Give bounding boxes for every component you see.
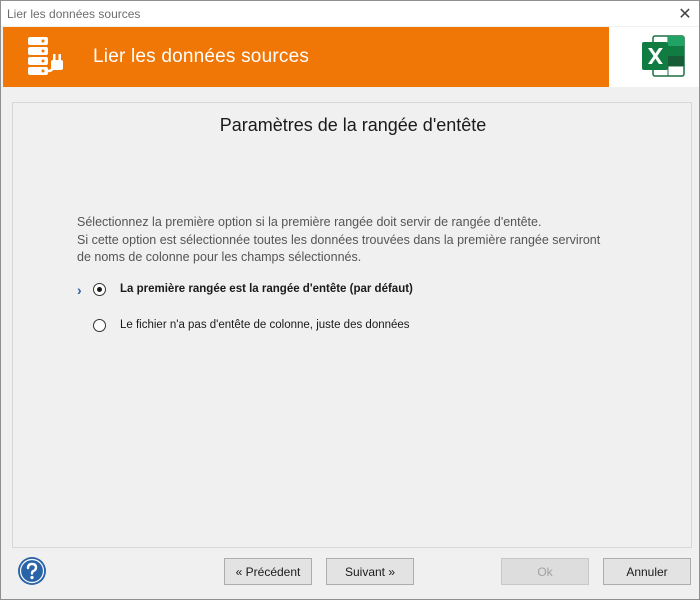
panel-title: Paramètres de la rangée d'entête: [219, 115, 487, 135]
radio-header-row[interactable]: [93, 283, 106, 296]
description-line: Sélectionnez la première option si la pr…: [77, 215, 542, 229]
ok-button[interactable]: Ok: [501, 558, 589, 585]
close-icon: ✕: [678, 6, 692, 23]
close-button[interactable]: ✕: [675, 4, 695, 24]
description-text: Sélectionnez la première option si la pr…: [77, 214, 677, 267]
option-label[interactable]: Le fichier n'a pas d'entête de colonne, …: [120, 319, 410, 331]
chevron-right-icon: ›: [77, 282, 82, 298]
option-label[interactable]: La première rangée est la rangée d'entêt…: [120, 283, 413, 295]
database-plug-icon: [28, 37, 63, 75]
content-panel: Paramètres de la rangée d'entête Sélecti…: [12, 102, 692, 548]
header-title: Lier les données sources: [93, 46, 310, 67]
window-title: Lier les données sources: [7, 7, 141, 21]
radio-no-header[interactable]: [93, 319, 106, 332]
description-line: Si cette option est sélectionnée toutes …: [77, 232, 601, 247]
excel-icon: [642, 35, 685, 77]
previous-button[interactable]: « Précédent: [224, 558, 312, 585]
cancel-button[interactable]: Annuler: [603, 558, 691, 585]
help-icon[interactable]: [17, 556, 47, 586]
next-button[interactable]: Suivant »: [326, 558, 414, 585]
dialog-window: Lier les données sources ✕ Lier les donn…: [0, 0, 700, 600]
description-line: de noms de colonne pour les champs sélec…: [77, 250, 362, 264]
title-bar: Lier les données sources ✕: [1, 1, 699, 26]
